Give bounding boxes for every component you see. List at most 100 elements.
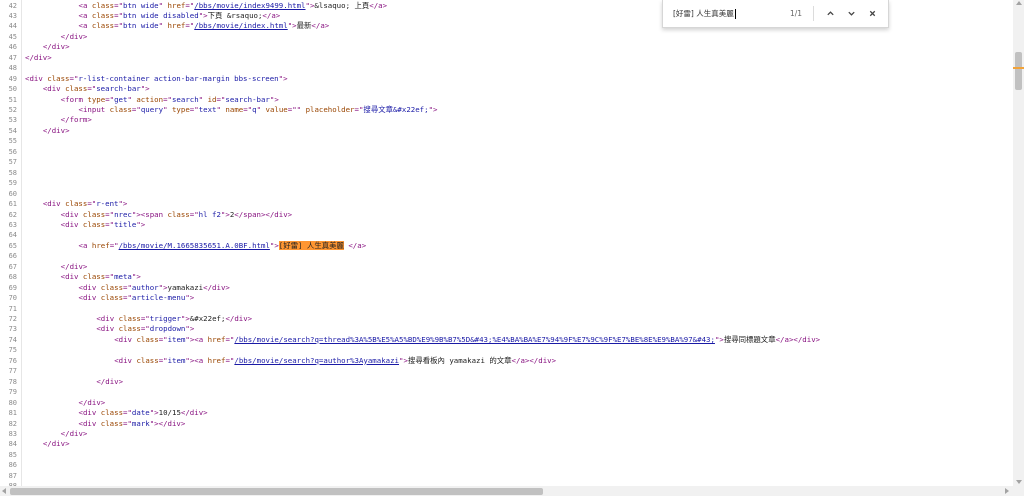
source-line: 75 <box>0 345 1013 355</box>
line-code: <div class="dropdown"> <box>96 324 194 334</box>
scroll-right-arrow-icon[interactable] <box>1005 488 1009 494</box>
tag-token: "> <box>185 293 195 303</box>
attribute-token: href <box>207 355 226 365</box>
attribute-token: class <box>65 199 88 209</box>
tag-token: =" <box>87 199 97 209</box>
line-number: 69 <box>8 283 17 292</box>
tag-token: </a> <box>262 10 281 20</box>
find-query: [好雷] 人生真美麗 <box>673 9 734 18</box>
tag-token: =" <box>163 94 172 104</box>
tag-token: <div <box>25 73 48 83</box>
horizontal-scrollbar-thumb[interactable] <box>10 488 543 495</box>
source-line: 72 <div class="trigger">&#x22ef;</div> <box>0 314 1013 324</box>
line-number: 87 <box>8 471 17 480</box>
tag-token: </div> <box>25 52 52 62</box>
line-number: 49 <box>8 74 17 83</box>
attribute-token: class <box>136 355 159 365</box>
source-line: 45 </div> <box>0 32 1013 42</box>
tag-token: <div <box>60 219 83 229</box>
source-line: 86 <box>0 460 1013 470</box>
source-line: 60 <box>0 189 1013 199</box>
attribute-token: placeholder <box>305 105 355 114</box>
tag-token: "> <box>428 105 438 114</box>
find-close-button[interactable] <box>865 5 879 21</box>
tag-token: <div <box>78 408 101 418</box>
line-code: </div> <box>61 262 88 272</box>
line-number: 66 <box>8 252 17 261</box>
source-link[interactable]: /bbs/movie/M.1665835651.A.0BF.html <box>119 241 270 250</box>
tag-token: =" <box>123 282 132 292</box>
tag-token: =" <box>123 408 132 418</box>
line-number: 44 <box>8 22 17 31</box>
tag-token: <a <box>78 21 92 31</box>
tag-token: =" <box>189 105 199 114</box>
source-line: 83 </div> <box>0 429 1013 439</box>
tag-token: =" <box>140 314 150 323</box>
find-input[interactable]: [好雷] 人生真美麗 <box>673 7 778 20</box>
tag-token: </div> <box>42 42 70 52</box>
source-link[interactable]: /bbs/movie/search?q=author%3Ayamakazi <box>234 356 399 365</box>
tag-token: <input <box>78 105 110 114</box>
source-line: 48 <box>0 63 1013 73</box>
find-highlight: [好雷] 人生真美麗 <box>278 240 344 250</box>
source-line: 47 </div> <box>0 53 1013 63</box>
line-code: <form type="get" action="search" id="sea… <box>61 95 279 105</box>
tag-token: "> <box>180 314 190 323</box>
attribute-token: href <box>207 334 226 344</box>
source-line: 87 <box>0 471 1013 481</box>
line-number: 75 <box>8 346 17 355</box>
text-token: &lsaquo; 上頁 <box>314 0 370 10</box>
value-token: btn wide <box>123 0 159 10</box>
attribute-token: class <box>47 73 70 83</box>
attribute-token: href <box>167 0 186 10</box>
line-number: 52 <box>8 106 17 114</box>
vertical-scrollbar-thumb[interactable] <box>1015 52 1022 90</box>
scroll-left-arrow-icon[interactable] <box>2 488 6 494</box>
line-number: 86 <box>8 461 17 470</box>
tag-token: </div> <box>60 261 88 271</box>
source-link[interactable]: /bbs/movie/search?q=thread%3A%5B%E5%A5%B… <box>234 335 715 344</box>
source-line: 54 </div> <box>0 126 1013 136</box>
source-line: 82 <div class="mark"></div> <box>0 419 1013 429</box>
value-token: search <box>171 94 199 104</box>
source-line: 58 <box>0 168 1013 178</box>
tag-token: "> <box>714 334 724 344</box>
line-code: <div class="date">10/15</div> <box>79 408 208 418</box>
attribute-token: class <box>118 324 141 334</box>
source-link[interactable]: /bbs/movie/index.html <box>194 21 287 30</box>
scroll-up-arrow-icon[interactable] <box>1016 1 1022 5</box>
attribute-token: class <box>82 209 106 219</box>
source-link[interactable]: /bbs/movie/index9499.html <box>194 1 305 10</box>
source-viewer[interactable]: 42 <a class="btn wide" href="/bbs/movie/i… <box>0 0 1013 486</box>
source-line: 68 <div class="meta"> <box>0 272 1013 282</box>
line-number: 65 <box>8 241 17 250</box>
scroll-down-arrow-icon[interactable] <box>1016 480 1022 484</box>
line-number: 56 <box>8 147 17 156</box>
text-token: &#x22ef; <box>189 314 226 323</box>
attribute-token: class <box>65 84 88 94</box>
tag-token: </div> <box>78 397 106 407</box>
source-line: 69 <div class="author">yamakazi</div> <box>0 283 1013 293</box>
tag-token: <a <box>78 0 92 10</box>
source-line: 53 </form> <box>0 115 1013 125</box>
tag-token: </div> <box>180 408 208 418</box>
line-code: </div> <box>61 429 88 439</box>
tag-token: "> <box>185 324 195 334</box>
tag-token: =" <box>131 105 141 114</box>
tag-token: <div <box>60 209 83 219</box>
line-number: 53 <box>8 116 17 125</box>
find-previous-button[interactable] <box>823 5 837 21</box>
line-number: 61 <box>8 200 17 209</box>
line-number: 64 <box>8 231 17 240</box>
tag-token: "> <box>269 94 279 104</box>
find-next-button[interactable] <box>844 5 858 21</box>
attribute-token: value <box>265 105 288 114</box>
source-line: 57 <box>0 157 1013 167</box>
tag-token: =" <box>105 209 115 219</box>
line-code: </div> <box>43 439 70 449</box>
attribute-token: class <box>82 272 106 282</box>
tag-token: </form> <box>60 115 92 125</box>
tag-token: =" <box>123 418 132 428</box>
tag-token: " <box>296 105 306 114</box>
tag-token: </span></div> <box>234 209 293 219</box>
